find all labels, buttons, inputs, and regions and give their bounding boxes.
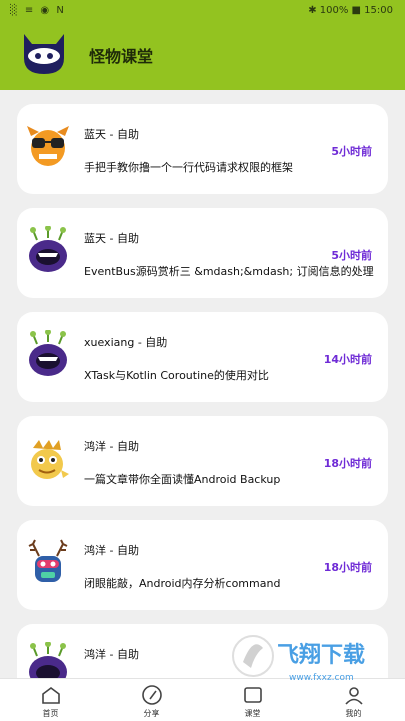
- tab-classroom-label: 课堂: [244, 709, 261, 718]
- article-card[interactable]: xuexiang - 自助 14小时前 XTask与Kotlin Corouti…: [17, 312, 388, 402]
- app-title: 怪物课堂: [89, 47, 154, 66]
- article-card[interactable]: 蓝天 - 自助 5小时前 EventBus源码赏析三 &mdash;&mdash…: [17, 208, 388, 298]
- purple-monster-icon: [29, 226, 67, 272]
- article-author: 蓝天 - 自助: [84, 128, 139, 141]
- tab-home-label: 首页: [42, 709, 59, 718]
- article-time: 5小时前: [331, 249, 372, 262]
- yellow-dragon-icon: [31, 440, 69, 479]
- monster-logo-icon[interactable]: [18, 28, 70, 76]
- tab-share[interactable]: 分享: [101, 679, 202, 721]
- article-title: 闭眼能敲，Android内存分析command: [84, 577, 281, 590]
- home-icon: [42, 687, 60, 704]
- article-title: EventBus源码赏析三 &mdash;&mdash; 订阅信息的处理: [84, 265, 374, 278]
- app-header: 怪物课堂: [0, 22, 405, 90]
- tab-home[interactable]: 首页: [0, 679, 101, 721]
- article-card[interactable]: 鸿洋 - 自助 18小时前 闭眼能敲，Android内存分析command: [17, 520, 388, 610]
- article-author: 鸿洋 - 自助: [84, 648, 139, 661]
- tab-profile-label: 我的: [345, 709, 362, 718]
- article-author: xuexiang - 自助: [84, 336, 168, 349]
- watermark-logo: 飞翔下载 www.fxxz.com: [232, 635, 365, 683]
- article-card[interactable]: 鸿洋 - 自助 18小时前 一篇文章带你全面读懂Android Backup: [17, 416, 388, 506]
- article-author: 蓝天 - 自助: [84, 232, 139, 245]
- article-author: 鸿洋 - 自助: [84, 544, 139, 557]
- purple-monster-icon: [29, 330, 67, 376]
- article-title: 手把手教你撸一个一行代码请求权限的框架: [84, 161, 293, 174]
- article-title: 一篇文章带你全面读懂Android Backup: [84, 473, 281, 486]
- article-card[interactable]: 蓝天 - 自助 5小时前 手把手教你撸一个一行代码请求权限的框架: [17, 104, 388, 194]
- article-time: 18小时前: [323, 561, 372, 574]
- article-title: XTask与Kotlin Coroutine的使用对比: [84, 369, 269, 382]
- article-time: 5小时前: [331, 145, 372, 158]
- watermark-text: 飞翔下载: [277, 642, 365, 668]
- status-bar: ░ ≡ ◉ N ✱ 100% ■ 15:00: [0, 0, 405, 22]
- watermark-url: www.fxxz.com: [289, 673, 354, 683]
- article-author: 鸿洋 - 自助: [84, 440, 139, 453]
- status-icons-right: ✱ 100% ■ 15:00: [308, 5, 393, 16]
- article-list[interactable]: 蓝天 - 自助 5小时前 手把手教你撸一个一行代码请求权限的框架 蓝天 - 自助…: [0, 90, 405, 678]
- antler-monster-icon: [28, 539, 68, 582]
- article-time: 14小时前: [323, 353, 372, 366]
- compass-icon: [142, 685, 162, 705]
- status-icons-left: ░ ≡ ◉ N: [10, 5, 66, 16]
- article-time: 18小时前: [323, 457, 372, 470]
- purple-monster-icon: [29, 642, 67, 678]
- tab-share-label: 分享: [143, 709, 160, 718]
- orange-monster-glasses-icon: [27, 126, 69, 166]
